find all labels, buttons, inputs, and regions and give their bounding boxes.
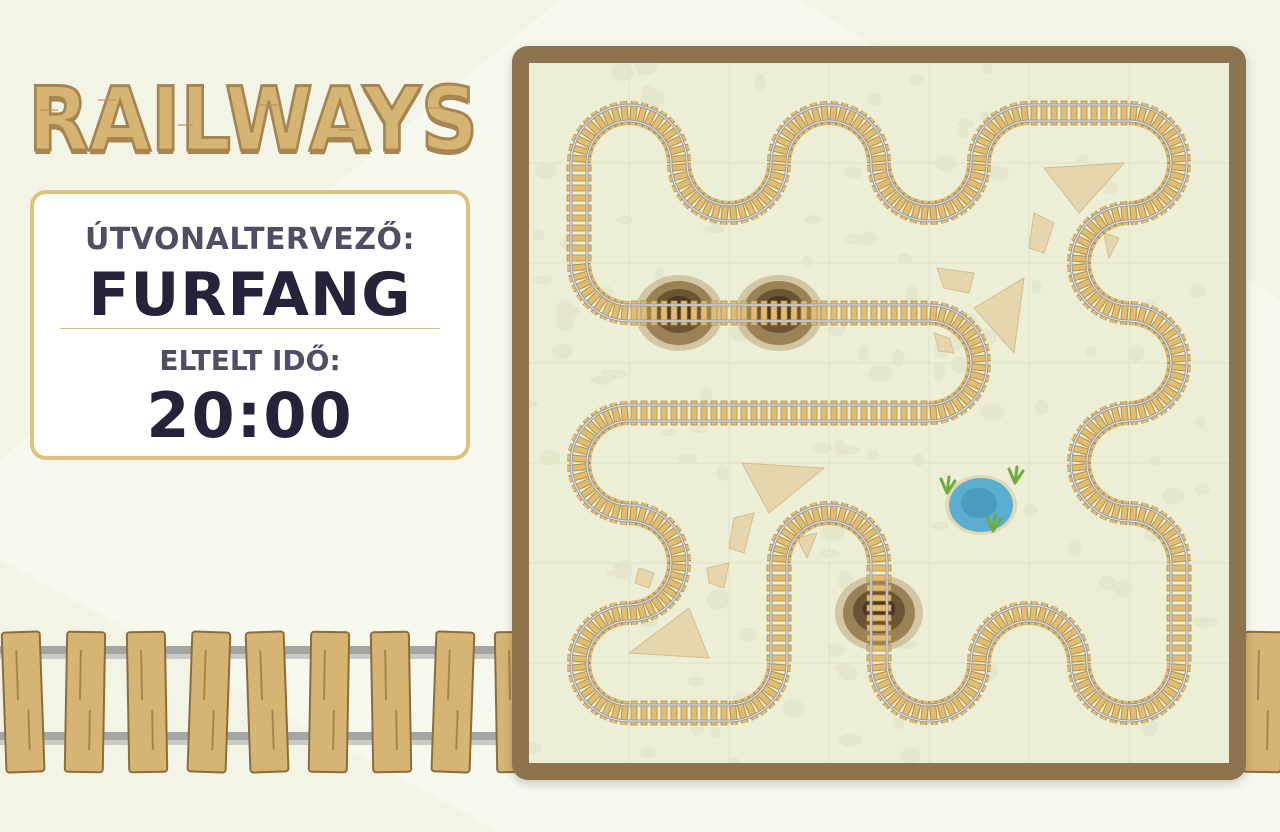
board-tile-curve-se[interactable] <box>929 563 1029 663</box>
board-tile-straight-v[interactable] <box>529 163 629 263</box>
board-tile-curve-se[interactable] <box>1029 163 1129 263</box>
board-tile-curve-nw[interactable] <box>929 363 1029 463</box>
board-tile-curve-ne[interactable] <box>1029 463 1129 563</box>
board-tile-mountain-straight-h[interactable] <box>629 263 729 363</box>
elapsed-time-value: 20:00 <box>146 379 354 452</box>
fence-plank <box>186 630 232 774</box>
fence-plank <box>307 630 351 774</box>
fence-plank <box>125 630 169 774</box>
board-tile-curve-sw[interactable] <box>629 463 729 563</box>
oasis-pond <box>939 465 1025 535</box>
board-tile-curve-sw[interactable] <box>1129 63 1229 163</box>
board-tile-straight-h[interactable] <box>1029 63 1129 163</box>
planner-label: ÚTVONALTERVEZŐ: <box>84 222 415 257</box>
board-tile-curve-se[interactable] <box>529 63 629 163</box>
board-tile-curve-ne[interactable] <box>629 163 729 263</box>
board-tile-straight-h[interactable] <box>629 363 729 463</box>
elapsed-time-label: ELTELT IDŐ: <box>159 344 341 377</box>
board-tile-curve-ne[interactable] <box>829 663 929 763</box>
board-tile-straight-v[interactable] <box>729 563 829 663</box>
board-tile-straight-h[interactable] <box>629 663 729 763</box>
board-tile-curve-sw[interactable] <box>1029 563 1129 663</box>
railways-logo: RAILWAYS RAILWAYS <box>28 70 480 170</box>
board-tile-curve-sw[interactable] <box>629 63 729 163</box>
board-tile-curve-sw[interactable] <box>829 463 929 563</box>
board-tile-curve-nw[interactable] <box>929 163 1029 263</box>
board-tile-curve-ne[interactable] <box>1029 263 1129 363</box>
mountain-tunnel <box>635 275 723 351</box>
board-tile-curve-nw[interactable] <box>729 163 829 263</box>
board-tile-mountain-straight-h[interactable] <box>729 263 829 363</box>
info-panel: ÚTVONALTERVEZŐ: FURFANG ELTELT IDŐ: 20:0… <box>30 190 470 460</box>
board-tile-straight-h[interactable] <box>729 363 829 463</box>
game-board-frame <box>512 46 1246 780</box>
fence-plank <box>430 630 476 774</box>
board-tile-straight-v[interactable] <box>1129 563 1229 663</box>
board-tile-straight-h[interactable] <box>829 263 929 363</box>
logo-text: RAILWAYS <box>28 70 478 170</box>
fence-plank <box>244 630 290 774</box>
board-tile-curve-sw[interactable] <box>1129 463 1229 563</box>
board-tile-oasis[interactable] <box>929 463 1029 563</box>
board-tile-curve-nw[interactable] <box>1129 363 1229 463</box>
board-tile-curve-nw[interactable] <box>1129 663 1229 763</box>
board-tile-curve-nw[interactable] <box>629 563 729 663</box>
fence-plank <box>1241 630 1280 774</box>
board-tile-curve-sw[interactable] <box>929 263 1029 363</box>
board-tile-curve-sw[interactable] <box>829 63 929 163</box>
board-tile-curve-se[interactable] <box>1029 363 1129 463</box>
board-tile-straight-h[interactable] <box>829 363 929 463</box>
board-tile-curve-sw[interactable] <box>1129 263 1229 363</box>
board-tile-curve-se[interactable] <box>929 63 1029 163</box>
board-tile-curve-nw[interactable] <box>1129 163 1229 263</box>
board-tile-curve-nw[interactable] <box>929 663 1029 763</box>
game-board <box>529 63 1229 763</box>
fence-plank <box>369 630 413 774</box>
mountain-tunnel <box>735 275 823 351</box>
fence-plank <box>63 630 107 774</box>
board-tile-curve-ne[interactable] <box>829 163 929 263</box>
board-tile-curve-ne[interactable] <box>529 263 629 363</box>
board-tile-curve-ne[interactable] <box>1029 663 1129 763</box>
fence-plank <box>0 630 46 774</box>
info-divider <box>60 328 440 329</box>
board-tile-curve-se[interactable] <box>729 463 829 563</box>
board-tile-mountain-straight-v[interactable] <box>829 563 929 663</box>
board-tile-curve-se[interactable] <box>529 563 629 663</box>
board-tile-curve-ne[interactable] <box>529 663 629 763</box>
board-tile-curve-se[interactable] <box>529 363 629 463</box>
board-tile-curve-nw[interactable] <box>729 663 829 763</box>
board-tile-curve-se[interactable] <box>729 63 829 163</box>
planner-name: FURFANG <box>88 260 412 330</box>
board-tile-curve-ne[interactable] <box>529 463 629 563</box>
